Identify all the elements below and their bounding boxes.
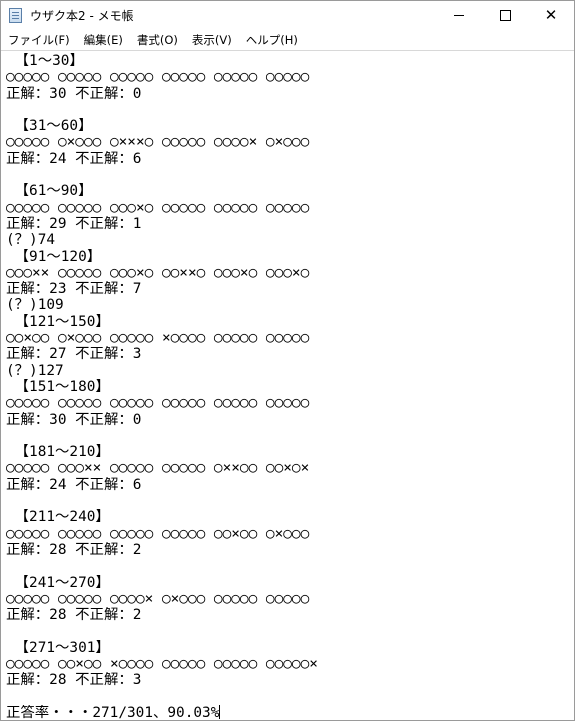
text-line <box>6 558 572 574</box>
text-line: 【31～60】 <box>6 118 93 135</box>
notepad-icon <box>9 8 22 23</box>
text-line <box>6 689 572 705</box>
text-line: 【91～120】 <box>6 248 102 265</box>
text-line: ○○×○○ ○×○○○ ○○○○○ ×○○○○ ○○○○○ ○○○○○ <box>6 330 310 347</box>
text-line: 【151～180】 <box>6 378 110 395</box>
text-line: 【1～30】 <box>6 53 84 69</box>
text-line: 正解：30 不正解：0 <box>6 85 142 102</box>
text-line: 【61～90】 <box>6 183 93 200</box>
text-line: ○○○○○ ○○○○○ ○○○×○ ○○○○○ ○○○○○ ○○○○○ <box>6 199 310 216</box>
text-line <box>6 102 572 118</box>
text-line: 【181～210】 <box>6 444 110 461</box>
text-line: 正解：28 不正解：3 <box>6 672 142 689</box>
text-line: ○○○○○ ○○○○○ ○○○○○ ○○○○○ ○○×○○ ○×○○○ <box>6 525 310 542</box>
text-line: 正解：23 不正解：7 <box>6 281 142 298</box>
window-title: ウザク本2 - メモ帳 <box>30 9 134 23</box>
text-line: ○○○○○ ○○○○○ ○○○○○ ○○○○○ ○○○○○ ○○○○○ <box>6 395 310 412</box>
menu-edit[interactable]: 編集(E) <box>77 30 130 50</box>
text-line: 【121～150】 <box>6 313 110 330</box>
text-editor-area[interactable]: 【1～30】 ○○○○○ ○○○○○ ○○○○○ ○○○○○ ○○○○○ ○○○○… <box>1 50 574 721</box>
menu-view[interactable]: 表示(V) <box>185 30 239 50</box>
text-line <box>6 428 572 444</box>
text-line: 正解：28 不正解：2 <box>6 541 142 558</box>
maximize-icon <box>499 10 511 21</box>
text-line: 正解：29 不正解：1 <box>6 215 142 232</box>
notepad-window: ウザク本2 - メモ帳 ✕ ファイル(F) 編集(E) 書式(O) 表示(V) … <box>0 0 575 721</box>
text-line: 正答率・・・271/301、90.03% <box>6 704 221 721</box>
close-button[interactable]: ✕ <box>528 1 574 30</box>
title-bar[interactable]: ウザク本2 - メモ帳 ✕ <box>1 1 574 30</box>
text-line: ○○○×× ○○○○○ ○○○×○ ○○××○ ○○○×○ ○○○×○ <box>6 264 310 281</box>
menu-format[interactable]: 書式(O) <box>130 30 185 50</box>
text-line: ○○○○○ ○○○×× ○○○○○ ○○○○○ ○××○○ ○○×○× <box>6 460 310 477</box>
text-line <box>6 493 572 509</box>
maximize-button[interactable] <box>482 1 528 30</box>
text-line: ○○○○○ ○○○○○ ○○○○○ ○○○○○ ○○○○○ ○○○○○ <box>6 69 310 86</box>
text-line: (？)127 <box>6 362 64 379</box>
text-line: (？)109 <box>6 297 64 314</box>
menu-bar: ファイル(F) 編集(E) 書式(O) 表示(V) ヘルプ(H) <box>1 30 574 50</box>
text-line: 正解：24 不正解：6 <box>6 476 142 493</box>
text-line: 正解：24 不正解：6 <box>6 150 142 167</box>
text-line: 【211～240】 <box>6 509 110 526</box>
text-line: 【271～301】 <box>6 639 110 656</box>
minimize-button[interactable] <box>436 1 482 30</box>
text-line: 【241～270】 <box>6 574 110 591</box>
text-line: ○○○○○ ○○○○○ ○○○○× ○×○○○ ○○○○○ ○○○○○ <box>6 590 310 607</box>
text-line: 正解：27 不正解：3 <box>6 346 142 363</box>
text-line: 正解：28 不正解：2 <box>6 607 142 624</box>
text-line <box>6 167 572 183</box>
document-text: 【1～30】 ○○○○○ ○○○○○ ○○○○○ ○○○○○ ○○○○○ ○○○○… <box>6 53 572 721</box>
menu-file[interactable]: ファイル(F) <box>1 30 77 50</box>
minimize-icon <box>454 15 464 16</box>
text-line: ○○○○○ ○×○○○ ○×××○ ○○○○○ ○○○○× ○×○○○ <box>6 134 310 151</box>
text-line <box>6 623 572 639</box>
menu-help[interactable]: ヘルプ(H) <box>239 30 305 50</box>
text-line: 正解：30 不正解：0 <box>6 411 142 428</box>
close-icon: ✕ <box>544 6 558 24</box>
text-line: ○○○○○ ○○×○○ ×○○○○ ○○○○○ ○○○○○ ○○○○○× <box>6 655 318 672</box>
text-caret <box>219 704 221 719</box>
text-line: (？)74 <box>6 232 56 249</box>
